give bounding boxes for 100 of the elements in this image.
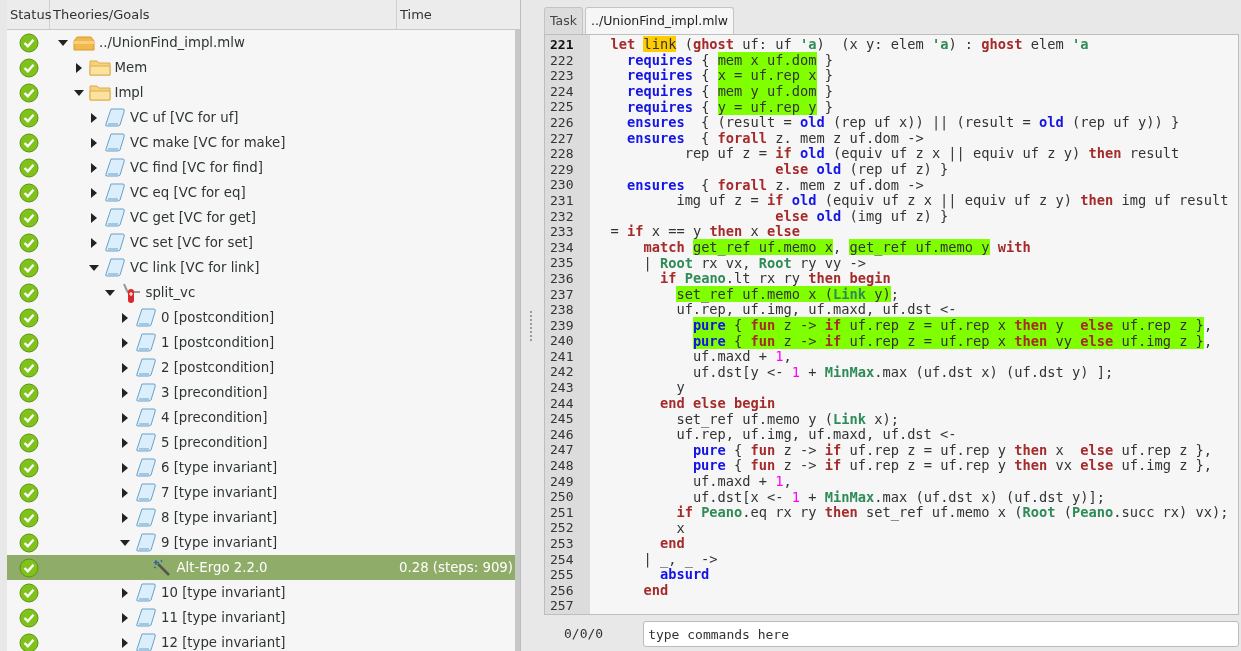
column-header[interactable]: Theories/Goals (53, 4, 150, 25)
line-number: 229 (550, 161, 574, 177)
expand-arrow-icon[interactable] (91, 187, 97, 198)
editor-tab[interactable]: Task (544, 7, 583, 34)
expand-arrow-icon[interactable] (122, 312, 128, 323)
expand-arrow-icon[interactable] (91, 212, 97, 223)
scroll-icon (136, 583, 156, 602)
column-header[interactable]: Status (10, 4, 52, 25)
scrollbar[interactable] (515, 30, 520, 651)
tree-row[interactable]: 10 [type invariant] (7, 580, 515, 605)
code-line: requires { y = uf.rep y } (626, 100, 833, 114)
expand-arrow-icon[interactable] (122, 462, 128, 473)
code-line: ensures { (result = old (rep uf x)) || (result = old (rep uf y)) } (626, 116, 1180, 130)
scroll-icon (105, 208, 125, 227)
collapse-arrow-icon[interactable] (89, 264, 99, 271)
line-number: 248 (550, 458, 574, 474)
tree-row[interactable]: 0 [postcondition] (7, 305, 515, 330)
tree-row[interactable]: 9 [type invariant] (7, 530, 515, 555)
tree-row[interactable]: 5 [precondition] (7, 430, 515, 455)
tree-row[interactable]: 4 [precondition] (7, 405, 515, 430)
code-line: uf.dst[y <- 1 + MinMax.max (uf.dst x) (uf.dst y) ]; (692, 365, 1114, 379)
code-line: set_ref uf.memo y (Link x); (676, 412, 899, 426)
tree-row[interactable]: 8 [type invariant] (7, 505, 515, 530)
tree-row[interactable]: VC get [VC for get] (7, 205, 515, 230)
collapse-arrow-icon[interactable] (120, 539, 130, 546)
tree-row[interactable]: VC link [VC for link] (7, 255, 515, 280)
expand-arrow-icon[interactable] (91, 237, 97, 248)
expand-arrow-icon[interactable] (122, 412, 128, 423)
tree-row[interactable]: 6 [type invariant] (7, 455, 515, 480)
code-line: pure { fun z -> if uf.rep z = uf.rep y then x else uf.rep z }, (692, 443, 1213, 457)
line-number: 256 (550, 582, 574, 598)
column-header[interactable]: Time (400, 4, 432, 25)
line-number: 226 (550, 114, 574, 130)
code-line: if Peano.lt rx ry then begin (659, 272, 891, 286)
tree-row[interactable]: Impl (7, 80, 515, 105)
expand-arrow-icon[interactable] (122, 387, 128, 398)
pane-splitter-handle[interactable] (529, 310, 532, 341)
tree-row[interactable]: VC eq [VC for eq] (7, 180, 515, 205)
collapse-arrow-icon[interactable] (58, 39, 68, 46)
code-line: if Peano.eq rx ry then set_ref uf.memo x (Root (Peano.succ rx) vx); (676, 506, 1229, 520)
file-box-icon (73, 34, 95, 51)
line-number: 240 (550, 333, 574, 349)
line-number: 234 (550, 239, 574, 255)
expand-arrow-icon[interactable] (122, 487, 128, 498)
expand-arrow-icon[interactable] (91, 162, 97, 173)
scroll-icon (105, 108, 125, 127)
code-line: end (643, 584, 669, 598)
code-line: absurd (659, 568, 710, 582)
scroll-icon (105, 133, 125, 152)
tree-row[interactable]: 1 [postcondition] (7, 330, 515, 355)
expand-arrow-icon[interactable] (122, 612, 128, 623)
expand-arrow-icon[interactable] (122, 437, 128, 448)
editor-tab[interactable]: ../UnionFind_impl.mlw (585, 7, 735, 34)
tree-row[interactable]: 3 [precondition] (7, 380, 515, 405)
tree-item-label: VC find [VC for find] (130, 158, 263, 177)
tree-row[interactable]: 7 [type invariant] (7, 480, 515, 505)
tree-row[interactable]: 2 [postcondition] (7, 355, 515, 380)
tree-row[interactable]: Mem (7, 55, 515, 80)
expand-arrow-icon[interactable] (75, 62, 82, 73)
expand-arrow-icon[interactable] (122, 512, 128, 523)
tree-row[interactable]: split_vc (7, 280, 515, 305)
code-line: let link (ghost uf: uf 'a) (x y: elem 'a) : ghost elem 'a (610, 38, 1089, 52)
collapse-arrow-icon[interactable] (73, 89, 84, 96)
tree-row[interactable]: VC uf [VC for uf] (7, 105, 515, 130)
expand-arrow-icon[interactable] (91, 137, 97, 148)
line-number: 247 (550, 442, 574, 458)
collapse-arrow-icon[interactable] (104, 289, 115, 296)
tree-item-label: split_vc (145, 283, 196, 302)
tree-row[interactable]: 11 [type invariant] (7, 605, 515, 630)
expand-arrow-icon[interactable] (122, 637, 128, 648)
scroll-icon (136, 458, 156, 477)
line-number: 255 (550, 567, 574, 583)
line-number: 239 (550, 317, 574, 333)
code-line: ensures { forall z. mem z uf.dom -> (626, 178, 924, 192)
code-line: match get_ref uf.memo x, get_ref uf.memo y with (643, 241, 1031, 254)
line-number: 235 (550, 255, 574, 271)
line-number: 254 (550, 551, 574, 567)
code-line: pure { fun z -> if uf.rep z = uf.rep x then y else uf.rep z }, (692, 319, 1213, 332)
tree-item-label: 0 [postcondition] (161, 308, 275, 327)
tree-item-label: 10 [type invariant] (161, 583, 286, 602)
tree-row[interactable]: VC find [VC for find] (7, 155, 515, 180)
tree-row[interactable]: ../UnionFind_impl.mlw (7, 30, 515, 55)
expand-arrow-icon[interactable] (122, 362, 128, 373)
line-number: 251 (550, 504, 574, 520)
line-number: 236 (550, 270, 574, 286)
tree-item-label: 12 [type invariant] (161, 633, 286, 651)
scroll-icon (105, 258, 125, 277)
command-input-field[interactable]: type commands here (643, 621, 1239, 647)
expand-arrow-icon[interactable] (122, 337, 128, 348)
line-number: 249 (550, 473, 574, 489)
tree-item-label: Alt-Ergo 2.2.0 (176, 558, 268, 577)
tree-row[interactable]: VC make [VC for make] (7, 130, 515, 155)
code-line: uf.rep, uf.img, uf.maxd, uf.dst <- (676, 303, 957, 317)
tree-row[interactable]: VC set [VC for set] (7, 230, 515, 255)
expand-arrow-icon[interactable] (91, 112, 97, 123)
code-line: ensures { forall z. mem z uf.dom -> (626, 131, 924, 145)
expand-arrow-icon[interactable] (122, 587, 128, 598)
tree-row[interactable]: 12 [type invariant] (7, 630, 515, 651)
code-line: uf.maxd + 1, (692, 474, 792, 488)
scroll-icon (136, 383, 156, 402)
